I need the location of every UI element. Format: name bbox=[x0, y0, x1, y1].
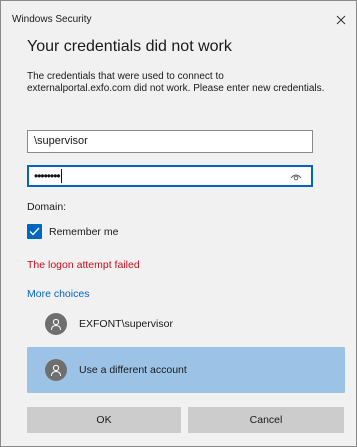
checkbox-box[interactable] bbox=[27, 224, 42, 239]
account-option-different[interactable]: Use a different account bbox=[27, 347, 345, 393]
user-icon bbox=[51, 318, 61, 330]
dialog-message: The credentials that were used to connec… bbox=[27, 71, 325, 94]
close-button[interactable] bbox=[326, 9, 356, 31]
avatar bbox=[45, 313, 67, 335]
text-caret bbox=[60, 169, 62, 184]
username-value: \supervisor bbox=[34, 135, 88, 147]
error-message: The logon attempt failed bbox=[27, 259, 140, 271]
avatar bbox=[45, 359, 67, 381]
account-option-supervisor[interactable]: EXFONT\supervisor bbox=[27, 309, 345, 339]
remember-me-checkbox[interactable]: Remember me bbox=[27, 224, 118, 239]
user-icon bbox=[51, 364, 61, 376]
ok-button[interactable]: OK bbox=[27, 407, 181, 433]
account-label: Use a different account bbox=[79, 364, 187, 376]
account-label: EXFONT\supervisor bbox=[79, 318, 173, 330]
cancel-button[interactable]: Cancel bbox=[188, 407, 344, 433]
password-input[interactable]: •••••••• bbox=[27, 165, 313, 187]
more-choices-link[interactable]: More choices bbox=[27, 288, 89, 300]
eye-icon bbox=[290, 174, 302, 180]
reveal-password-button[interactable] bbox=[289, 170, 303, 182]
credentials-dialog: Windows Security Your credentials did no… bbox=[0, 0, 357, 447]
password-value: •••••••• bbox=[34, 169, 61, 184]
domain-label: Domain: bbox=[27, 201, 67, 213]
checkmark-icon bbox=[29, 227, 40, 236]
close-icon bbox=[336, 15, 346, 25]
window-title: Windows Security bbox=[12, 14, 92, 25]
username-input[interactable]: \supervisor bbox=[27, 130, 313, 153]
title-bar: Windows Security bbox=[1, 1, 356, 27]
dialog-heading: Your credentials did not work bbox=[27, 38, 232, 55]
remember-me-label: Remember me bbox=[49, 225, 119, 238]
